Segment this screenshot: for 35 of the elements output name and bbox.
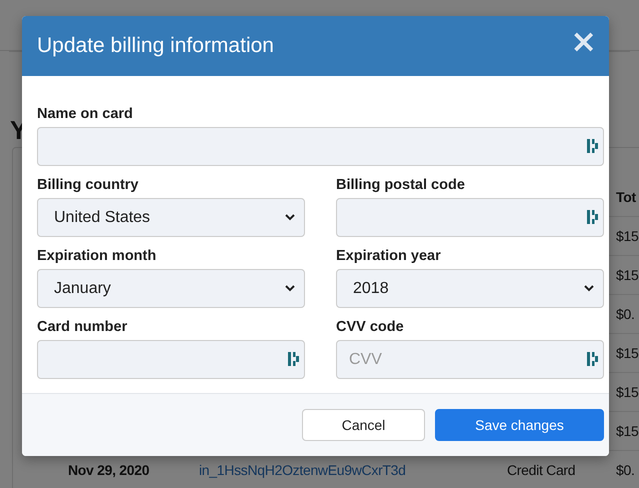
text-input[interactable] bbox=[336, 198, 604, 237]
total-cell: $0. bbox=[616, 462, 635, 478]
total-cell: $15 bbox=[616, 384, 638, 400]
text-input[interactable] bbox=[37, 127, 604, 166]
password-manager-icon[interactable] bbox=[587, 210, 598, 224]
text-input[interactable]: CVV bbox=[336, 340, 604, 379]
password-manager-icon[interactable] bbox=[288, 352, 299, 366]
field-label: Expiration month bbox=[37, 248, 158, 264]
cancel-button[interactable]: Cancel bbox=[302, 409, 425, 441]
chevron-down-icon bbox=[285, 214, 295, 221]
field-label: Card number bbox=[37, 319, 128, 335]
column-header: Tot bbox=[616, 189, 637, 205]
chevron-down-icon bbox=[584, 285, 594, 292]
total-cell: $15 bbox=[616, 345, 638, 361]
field-label: Expiration year bbox=[336, 248, 442, 264]
field-label: CVV code bbox=[336, 319, 405, 335]
dialog-title: Update billing information bbox=[37, 34, 274, 58]
dropdown-select[interactable]: United States bbox=[37, 198, 305, 237]
field-label: Billing postal code bbox=[336, 177, 466, 193]
total-cell: $15 bbox=[616, 228, 638, 244]
field-label: Billing country bbox=[37, 177, 140, 193]
save-button[interactable]: Save changes bbox=[435, 409, 604, 441]
password-manager-icon[interactable] bbox=[587, 352, 598, 366]
dropdown-select[interactable]: 2018 bbox=[336, 269, 604, 308]
chevron-down-icon bbox=[285, 285, 295, 292]
dropdown-select[interactable]: January bbox=[37, 269, 305, 308]
password-manager-icon[interactable] bbox=[587, 139, 598, 153]
text-input[interactable] bbox=[37, 340, 305, 379]
close-button[interactable]: × bbox=[566, 25, 601, 57]
field-label: Name on card bbox=[37, 106, 134, 122]
total-cell: $0. bbox=[616, 306, 635, 322]
total-cell: $15 bbox=[616, 423, 638, 439]
total-cell: $15 bbox=[616, 267, 638, 283]
date-cell: Nov 29, 2020 bbox=[68, 462, 150, 478]
payment-method-cell: Credit Card bbox=[507, 462, 576, 478]
